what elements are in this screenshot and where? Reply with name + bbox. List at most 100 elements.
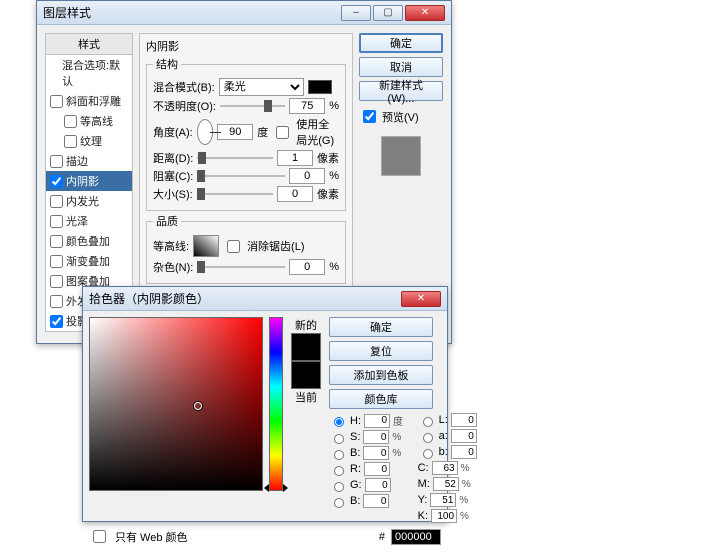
noise-input[interactable] bbox=[289, 259, 325, 275]
angle-dial[interactable] bbox=[197, 119, 213, 145]
bc-radio[interactable] bbox=[334, 498, 344, 508]
distance-label: 距离(D): bbox=[153, 150, 193, 166]
bevel-checkbox[interactable] bbox=[50, 95, 63, 108]
new-color-swatch[interactable] bbox=[291, 333, 321, 361]
c-input[interactable] bbox=[432, 461, 458, 475]
ok-button[interactable]: 确定 bbox=[359, 33, 443, 53]
contour-checkbox[interactable] bbox=[64, 115, 77, 128]
sidebar-item-satin[interactable]: 光泽 bbox=[46, 211, 132, 231]
opacity-unit: % bbox=[329, 100, 339, 112]
bc-input[interactable] bbox=[363, 494, 389, 508]
sidebar-item-gradient-overlay[interactable]: 渐变叠加 bbox=[46, 251, 132, 271]
s-input[interactable] bbox=[363, 430, 389, 444]
web-only-checkbox[interactable] bbox=[93, 530, 106, 543]
hue-slider[interactable] bbox=[269, 317, 283, 491]
l-input[interactable] bbox=[451, 413, 477, 427]
color-field[interactable] bbox=[89, 317, 263, 491]
sidebar-item-bevel[interactable]: 斜面和浮雕 bbox=[46, 91, 132, 111]
satin-checkbox[interactable] bbox=[50, 215, 63, 228]
cp-add-swatch-button[interactable]: 添加到色板 bbox=[329, 365, 433, 385]
cp-reset-button[interactable]: 复位 bbox=[329, 341, 433, 361]
g-input[interactable] bbox=[365, 478, 391, 492]
contour-label: 等高线: bbox=[153, 238, 189, 254]
sidebar-item-color-overlay[interactable]: 颜色叠加 bbox=[46, 231, 132, 251]
preview-checkbox[interactable] bbox=[363, 110, 376, 123]
close-button[interactable]: ✕ bbox=[405, 5, 445, 21]
l-radio[interactable] bbox=[423, 417, 433, 427]
bv-radio[interactable] bbox=[334, 450, 344, 460]
cp-close-button[interactable]: ✕ bbox=[401, 291, 441, 307]
choke-label: 阻塞(C): bbox=[153, 168, 193, 184]
h-input[interactable] bbox=[364, 414, 390, 428]
opacity-slider[interactable] bbox=[220, 105, 285, 107]
sidebar-item-texture[interactable]: 纹理 bbox=[46, 131, 132, 151]
angle-label: 角度(A): bbox=[153, 124, 193, 140]
antialias-label: 消除锯齿(L) bbox=[247, 238, 304, 254]
color-cursor-icon bbox=[194, 402, 202, 410]
b-input[interactable] bbox=[451, 445, 477, 459]
k-input[interactable] bbox=[431, 509, 457, 523]
minimize-button[interactable]: – bbox=[341, 5, 371, 21]
sidebar-header: 样式 bbox=[46, 34, 132, 55]
maximize-button[interactable]: ▢ bbox=[373, 5, 403, 21]
current-color-swatch[interactable] bbox=[291, 361, 321, 389]
hex-input[interactable] bbox=[391, 529, 441, 545]
pattern-overlay-checkbox[interactable] bbox=[50, 275, 63, 288]
cancel-button[interactable]: 取消 bbox=[359, 57, 443, 77]
s-radio[interactable] bbox=[334, 434, 344, 444]
preview-toggle[interactable]: 预览(V) bbox=[359, 107, 443, 126]
size-unit: 像素 bbox=[317, 186, 339, 202]
g-radio[interactable] bbox=[334, 482, 344, 492]
stroke-checkbox[interactable] bbox=[50, 155, 63, 168]
cp-ok-button[interactable]: 确定 bbox=[329, 317, 433, 337]
preview-box bbox=[381, 136, 421, 176]
window-title: 图层样式 bbox=[43, 4, 339, 21]
web-only-label: 只有 Web 颜色 bbox=[115, 529, 188, 545]
angle-input[interactable] bbox=[217, 124, 253, 140]
sidebar-item-blending-options[interactable]: 混合选项:默认 bbox=[46, 55, 132, 91]
inner-shadow-checkbox[interactable] bbox=[50, 175, 63, 188]
m-input[interactable] bbox=[433, 477, 459, 491]
hue-arrow-left-icon bbox=[264, 484, 269, 492]
new-style-button[interactable]: 新建样式(W)... bbox=[359, 81, 443, 101]
inner-glow-checkbox[interactable] bbox=[50, 195, 63, 208]
drop-shadow-checkbox[interactable] bbox=[50, 315, 63, 328]
blend-mode-select[interactable]: 柔光 bbox=[219, 78, 304, 96]
noise-unit: % bbox=[329, 261, 339, 273]
cp-library-button[interactable]: 颜色库 bbox=[329, 389, 433, 409]
size-slider[interactable] bbox=[197, 193, 273, 195]
titlebar[interactable]: 图层样式 – ▢ ✕ bbox=[37, 1, 451, 25]
choke-slider[interactable] bbox=[197, 175, 285, 177]
a-radio[interactable] bbox=[423, 433, 433, 443]
shadow-color-swatch[interactable] bbox=[308, 80, 332, 94]
blend-mode-label: 混合模式(B): bbox=[153, 79, 215, 95]
current-label: 当前 bbox=[295, 389, 317, 405]
global-light-checkbox[interactable] bbox=[276, 126, 289, 139]
b-radio[interactable] bbox=[423, 449, 433, 459]
size-input[interactable] bbox=[277, 186, 313, 202]
distance-input[interactable] bbox=[277, 150, 313, 166]
noise-slider[interactable] bbox=[197, 266, 285, 268]
distance-slider[interactable] bbox=[197, 157, 273, 159]
y-input[interactable] bbox=[430, 493, 456, 507]
contour-swatch[interactable] bbox=[193, 235, 219, 257]
outer-glow-checkbox[interactable] bbox=[50, 295, 63, 308]
a-input[interactable] bbox=[451, 429, 477, 443]
gradient-overlay-checkbox[interactable] bbox=[50, 255, 63, 268]
cp-titlebar[interactable]: 拾色器（内阴影颜色） ✕ bbox=[83, 287, 447, 311]
antialias-checkbox[interactable] bbox=[227, 240, 240, 253]
sidebar-item-contour[interactable]: 等高线 bbox=[46, 111, 132, 131]
texture-checkbox[interactable] bbox=[64, 135, 77, 148]
bv-input[interactable] bbox=[363, 446, 389, 460]
choke-input[interactable] bbox=[289, 168, 325, 184]
sidebar-item-stroke[interactable]: 描边 bbox=[46, 151, 132, 171]
opacity-input[interactable] bbox=[289, 98, 325, 114]
r-input[interactable] bbox=[364, 462, 390, 476]
h-radio[interactable] bbox=[334, 417, 344, 427]
sidebar-item-inner-shadow[interactable]: 内阴影 bbox=[46, 171, 132, 191]
quality-group: 品质 等高线: 消除锯齿(L) 杂色(N): % bbox=[146, 213, 346, 284]
r-radio[interactable] bbox=[334, 466, 344, 476]
color-overlay-checkbox[interactable] bbox=[50, 235, 63, 248]
sidebar-item-inner-glow[interactable]: 内发光 bbox=[46, 191, 132, 211]
quality-legend: 品质 bbox=[153, 213, 181, 229]
